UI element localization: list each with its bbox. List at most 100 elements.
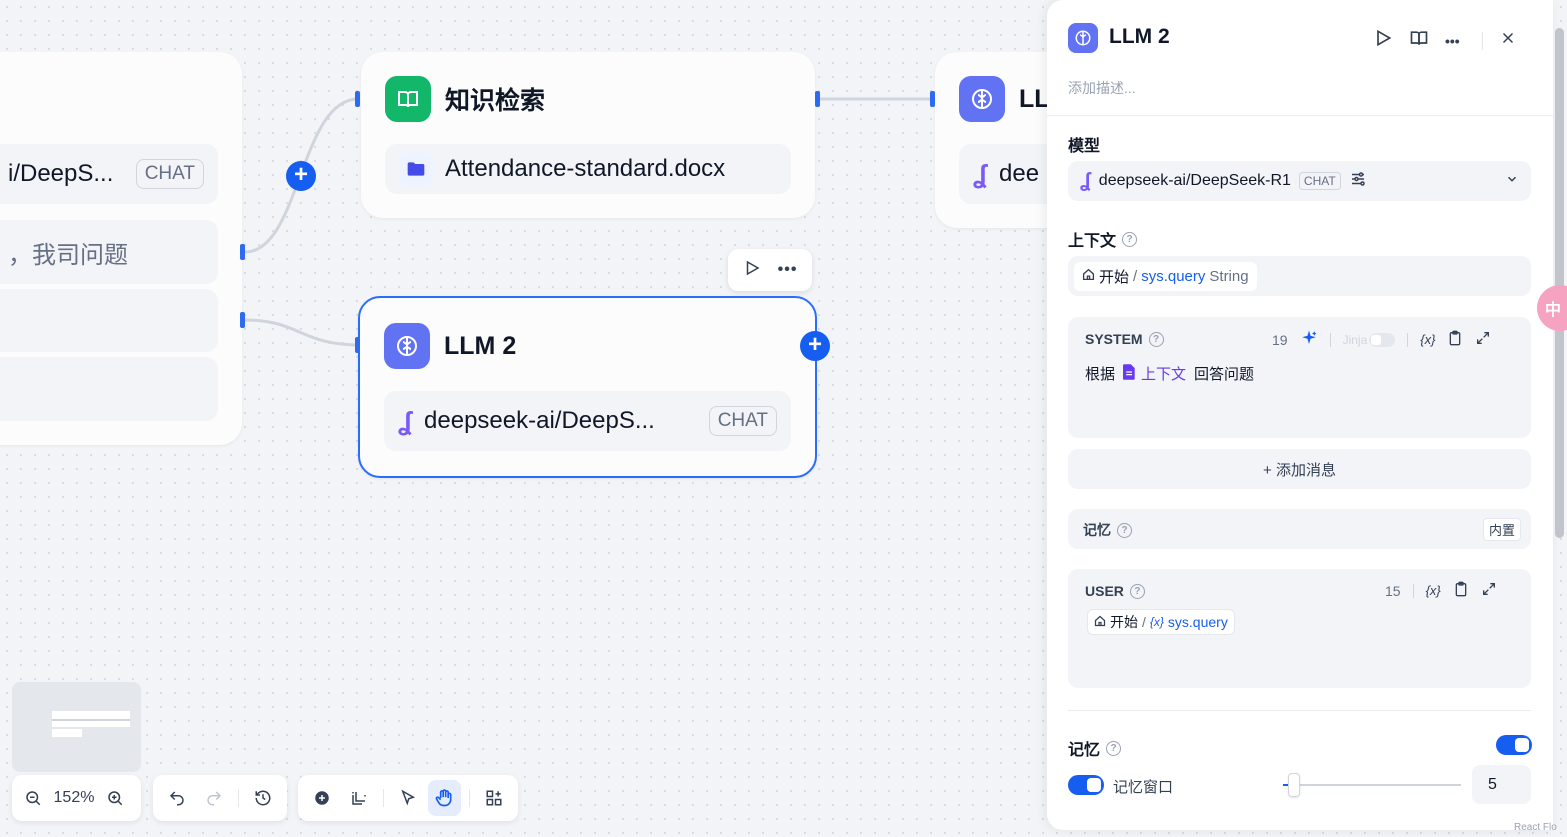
run-icon[interactable] xyxy=(1373,28,1393,53)
memory-toggle[interactable] xyxy=(1496,735,1532,755)
add-message-button[interactable]: + 添加消息 xyxy=(1068,449,1531,489)
kb-out-handle[interactable] xyxy=(815,91,820,107)
add-node-icon[interactable] xyxy=(306,780,338,816)
zoom-controls: 152% xyxy=(12,775,141,821)
start-handle-2[interactable] xyxy=(240,312,245,328)
user-prompt-box: USER ? 15 {x} 开始 / {x} sys.query xyxy=(1068,569,1531,688)
user-variable: sys.query xyxy=(1167,614,1228,630)
llm2-node[interactable]: LLM 2 ʆ deepseek-ai/DeepS... CHAT xyxy=(358,296,817,478)
user-label: USER ? xyxy=(1085,583,1145,599)
memory-window-label: 记忆窗口 xyxy=(1113,779,1174,796)
kb-in-handle[interactable] xyxy=(355,91,360,107)
divider xyxy=(1047,115,1553,116)
panel-scrollbar[interactable] xyxy=(1555,28,1564,538)
zoom-in-button[interactable] xyxy=(102,780,128,816)
divider xyxy=(237,789,239,807)
run-node-icon[interactable] xyxy=(743,259,761,282)
context-label: 上下文 ? xyxy=(1068,227,1138,251)
hand-icon[interactable] xyxy=(428,780,461,816)
chevron-down-icon[interactable] xyxy=(1505,172,1519,191)
context-field[interactable]: 开始 / sys.query String xyxy=(1068,256,1531,296)
help-icon[interactable]: ? xyxy=(1117,522,1132,538)
model-selector[interactable]: ʆ deepseek-ai/DeepSeek-R1 CHAT xyxy=(1068,161,1531,201)
variable-icon: {x} xyxy=(1149,615,1164,629)
start-query-row: ，我司问题 xyxy=(0,220,218,284)
pointer-icon[interactable] xyxy=(392,780,424,816)
add-next-node-button[interactable]: + xyxy=(800,331,830,361)
builtin-badge: 内置 xyxy=(1482,518,1521,541)
organize-icon[interactable] xyxy=(478,780,510,816)
close-icon[interactable] xyxy=(1499,29,1517,52)
model-logo-icon: ʆ xyxy=(398,405,413,436)
model-label: 模型 xyxy=(1068,138,1101,155)
home-icon xyxy=(1082,268,1095,285)
more-icon[interactable]: ••• xyxy=(1445,33,1460,49)
context-var-tag[interactable]: 上下文 xyxy=(1123,363,1186,384)
docs-book-icon[interactable] xyxy=(1409,28,1429,53)
description-input[interactable]: 添加描述... xyxy=(1068,78,1136,98)
document-icon xyxy=(1123,363,1136,384)
context-variable-pill[interactable]: 开始 / sys.query String xyxy=(1074,261,1257,291)
user-prompt-editor[interactable]: 开始 / {x} sys.query xyxy=(1087,609,1235,635)
variable-insert-icon[interactable]: {x} xyxy=(1426,583,1441,598)
token-count: 15 xyxy=(1385,582,1401,599)
divider xyxy=(382,789,384,807)
add-note-icon[interactable] xyxy=(342,780,374,816)
node-title: LLM 2 xyxy=(444,331,517,360)
help-icon[interactable]: ? xyxy=(1106,740,1122,756)
start-handle-1[interactable] xyxy=(240,244,245,260)
variable-insert-icon[interactable]: {x} xyxy=(1420,332,1435,347)
folder-icon xyxy=(399,152,433,186)
divider xyxy=(468,789,470,807)
llm2-model-row: ʆ deepseek-ai/DeepS... CHAT xyxy=(384,391,791,451)
minimap[interactable] xyxy=(12,682,141,772)
book-icon xyxy=(385,76,431,122)
model-params-icon[interactable] xyxy=(1349,170,1367,193)
memory-window-toggle[interactable] xyxy=(1068,775,1104,795)
llm-model-name: dee xyxy=(999,160,1040,187)
help-icon[interactable]: ? xyxy=(1148,331,1164,347)
memory-box: 记忆 ? 内置 xyxy=(1068,509,1531,549)
knowledge-retrieval-node[interactable]: 知识检索 Attendance-standard.docx xyxy=(361,52,815,218)
divider xyxy=(1407,332,1409,347)
expand-icon[interactable] xyxy=(1475,330,1491,349)
knowledge-file-name: Attendance-standard.docx xyxy=(445,155,726,182)
redo-button[interactable] xyxy=(197,780,229,816)
divider xyxy=(1329,332,1331,347)
model-logo-icon: ʆ xyxy=(973,158,988,189)
clipboard-icon[interactable] xyxy=(1447,330,1463,349)
more-icon[interactable]: ••• xyxy=(778,261,798,279)
help-icon[interactable]: ? xyxy=(1122,231,1138,247)
add-node-button[interactable]: + xyxy=(286,161,316,191)
clipboard-icon[interactable] xyxy=(1453,581,1469,600)
divider xyxy=(1412,583,1414,598)
brain-icon xyxy=(959,76,1005,122)
llm2-in-handle[interactable] xyxy=(355,337,360,353)
memory-window-slider[interactable] xyxy=(1283,773,1461,797)
panel-title[interactable]: LLM 2 xyxy=(1109,25,1170,49)
prompt-text: 根据 xyxy=(1085,366,1116,383)
jinja-label: Jinja xyxy=(1342,332,1368,347)
memory-window-input[interactable]: 5 xyxy=(1472,765,1531,804)
system-label: SYSTEM ? xyxy=(1085,331,1164,347)
context-type: String xyxy=(1209,267,1249,285)
jinja-toggle[interactable] xyxy=(1369,332,1396,347)
expand-icon[interactable] xyxy=(1481,581,1497,600)
user-variable-pill[interactable]: 开始 / {x} sys.query xyxy=(1087,609,1235,635)
system-prompt-editor[interactable]: 根据 上下文 回答问题 xyxy=(1085,363,1254,384)
history-controls xyxy=(153,775,287,821)
history-icon[interactable] xyxy=(247,780,279,816)
memory-box-label: 记忆 ? xyxy=(1083,520,1132,540)
node-title: LL xyxy=(1019,84,1050,113)
zoom-out-button[interactable] xyxy=(20,780,46,816)
sparkle-icon[interactable] xyxy=(1300,329,1318,350)
divider xyxy=(1068,710,1531,711)
start-node[interactable]: i/DeepS... CHAT ，我司问题 xyxy=(0,52,242,445)
undo-button[interactable] xyxy=(161,780,193,816)
slider-handle[interactable] xyxy=(1288,773,1300,797)
divider xyxy=(1481,31,1483,50)
panel-node-icon xyxy=(1068,23,1098,53)
help-icon[interactable]: ? xyxy=(1129,583,1145,599)
zoom-level[interactable]: 152% xyxy=(50,789,98,807)
llm-in-handle[interactable] xyxy=(930,91,935,107)
